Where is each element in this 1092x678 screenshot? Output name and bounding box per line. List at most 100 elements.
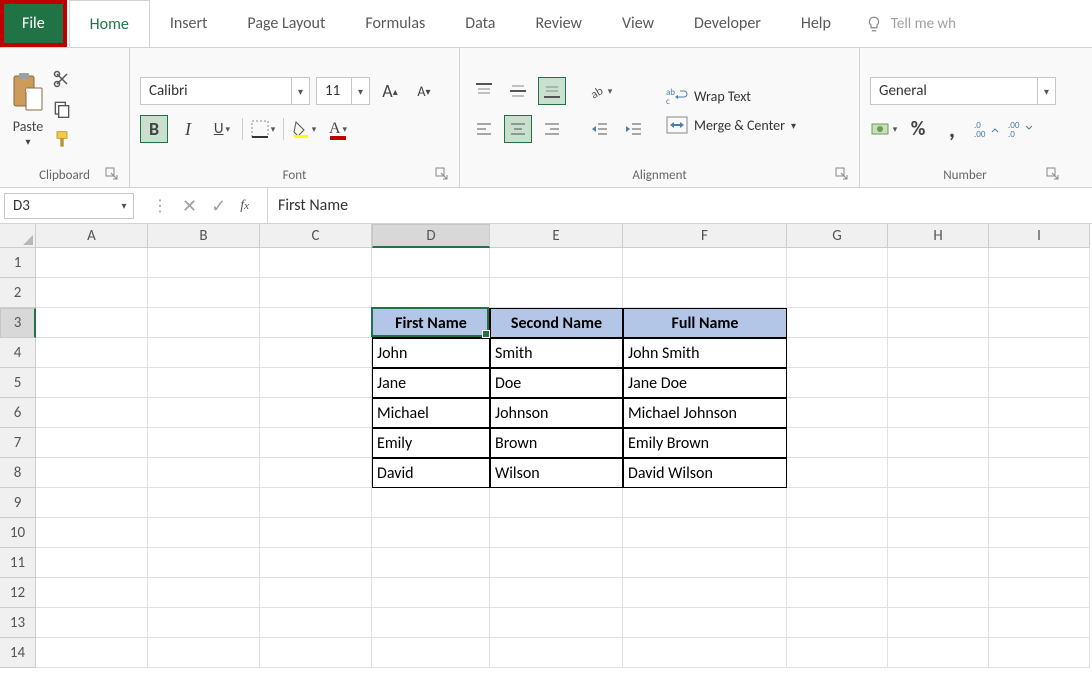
- cell[interactable]: [989, 608, 1090, 638]
- cell[interactable]: [787, 428, 888, 458]
- cell[interactable]: [148, 278, 260, 308]
- column-header[interactable]: D: [372, 224, 490, 248]
- row-header[interactable]: 8: [0, 458, 36, 488]
- tab-data[interactable]: Data: [445, 0, 515, 47]
- row-header[interactable]: 12: [0, 578, 36, 608]
- dots-icon[interactable]: ⋮: [152, 196, 168, 216]
- cell[interactable]: [36, 368, 148, 398]
- column-header[interactable]: C: [260, 224, 372, 248]
- cell[interactable]: Emily Brown: [623, 428, 787, 458]
- cell[interactable]: [989, 638, 1090, 668]
- align-top-icon[interactable]: [470, 77, 498, 105]
- cell[interactable]: [787, 458, 888, 488]
- row-header[interactable]: 10: [0, 518, 36, 548]
- percent-icon[interactable]: %: [904, 115, 932, 143]
- cell[interactable]: [36, 248, 148, 278]
- cell[interactable]: [36, 338, 148, 368]
- cell[interactable]: [787, 308, 888, 338]
- font-color-button[interactable]: A: [324, 115, 352, 143]
- cell[interactable]: Doe: [490, 368, 623, 398]
- cell[interactable]: Full Name: [623, 308, 787, 338]
- cell[interactable]: [260, 518, 372, 548]
- tab-developer[interactable]: Developer: [674, 0, 781, 47]
- align-right-icon[interactable]: [538, 115, 566, 143]
- column-header[interactable]: H: [888, 224, 989, 248]
- cell[interactable]: [372, 278, 490, 308]
- cell[interactable]: [787, 638, 888, 668]
- cell[interactable]: [989, 488, 1090, 518]
- column-header[interactable]: I: [989, 224, 1090, 248]
- row-header[interactable]: 7: [0, 428, 36, 458]
- cell[interactable]: [989, 398, 1090, 428]
- decrease-font-icon[interactable]: A▾: [410, 77, 438, 105]
- row-header[interactable]: 5: [0, 368, 36, 398]
- cell[interactable]: [787, 518, 888, 548]
- cell[interactable]: [623, 278, 787, 308]
- borders-button[interactable]: [249, 115, 277, 143]
- cell[interactable]: [260, 578, 372, 608]
- cell[interactable]: [260, 278, 372, 308]
- formula-input[interactable]: First Name: [267, 188, 1092, 223]
- cell[interactable]: Michael Johnson: [623, 398, 787, 428]
- align-middle-icon[interactable]: [504, 77, 532, 105]
- tab-formulas[interactable]: Formulas: [345, 0, 445, 47]
- dialog-launcher-icon[interactable]: [105, 167, 119, 181]
- column-header[interactable]: G: [787, 224, 888, 248]
- cell[interactable]: [989, 458, 1090, 488]
- cell[interactable]: John Smith: [623, 338, 787, 368]
- cell[interactable]: [623, 488, 787, 518]
- comma-icon[interactable]: ,: [938, 115, 966, 143]
- cell[interactable]: [148, 338, 260, 368]
- cell[interactable]: [888, 338, 989, 368]
- cell[interactable]: [148, 518, 260, 548]
- cell[interactable]: [989, 548, 1090, 578]
- cell[interactable]: [989, 518, 1090, 548]
- fill-color-button[interactable]: [290, 115, 318, 143]
- font-size-select[interactable]: 11 ▾: [316, 77, 370, 105]
- cell[interactable]: [36, 278, 148, 308]
- cell[interactable]: [989, 278, 1090, 308]
- cell[interactable]: [490, 548, 623, 578]
- cell[interactable]: [989, 578, 1090, 608]
- cell[interactable]: [260, 338, 372, 368]
- cell[interactable]: Michael: [372, 398, 490, 428]
- cells-area[interactable]: First NameSecond NameFull NameJohnSmithJ…: [36, 248, 1090, 668]
- wrap-text-button[interactable]: abc Wrap Text: [666, 86, 796, 106]
- cell[interactable]: [148, 608, 260, 638]
- cell[interactable]: First Name: [372, 308, 490, 338]
- cell[interactable]: [148, 638, 260, 668]
- cell[interactable]: [888, 638, 989, 668]
- row-header[interactable]: 3: [0, 308, 36, 338]
- cell[interactable]: [260, 248, 372, 278]
- row-header[interactable]: 14: [0, 638, 36, 668]
- tab-view[interactable]: View: [602, 0, 674, 47]
- cell[interactable]: John: [372, 338, 490, 368]
- cell[interactable]: [787, 368, 888, 398]
- align-bottom-icon[interactable]: [538, 77, 566, 105]
- cell[interactable]: Second Name: [490, 308, 623, 338]
- fx-icon[interactable]: fx: [240, 198, 249, 214]
- column-header[interactable]: E: [490, 224, 623, 248]
- cell[interactable]: [888, 368, 989, 398]
- dialog-launcher-icon[interactable]: [1046, 167, 1060, 181]
- cell[interactable]: [260, 368, 372, 398]
- cell[interactable]: [372, 578, 490, 608]
- number-format-select[interactable]: General ▾: [870, 77, 1056, 105]
- cell[interactable]: [36, 398, 148, 428]
- cell[interactable]: Jane: [372, 368, 490, 398]
- cell[interactable]: [888, 518, 989, 548]
- cell[interactable]: [372, 488, 490, 518]
- cell[interactable]: [148, 488, 260, 518]
- cell[interactable]: [372, 518, 490, 548]
- cell[interactable]: [490, 488, 623, 518]
- cell[interactable]: [888, 488, 989, 518]
- copy-icon[interactable]: [52, 99, 72, 119]
- cell[interactable]: [490, 518, 623, 548]
- cell[interactable]: [787, 278, 888, 308]
- increase-font-icon[interactable]: A▴: [376, 77, 404, 105]
- font-name-select[interactable]: Calibri ▾: [140, 77, 310, 105]
- align-center-icon[interactable]: [504, 115, 532, 143]
- cell[interactable]: [148, 458, 260, 488]
- cell[interactable]: Brown: [490, 428, 623, 458]
- cell[interactable]: [787, 248, 888, 278]
